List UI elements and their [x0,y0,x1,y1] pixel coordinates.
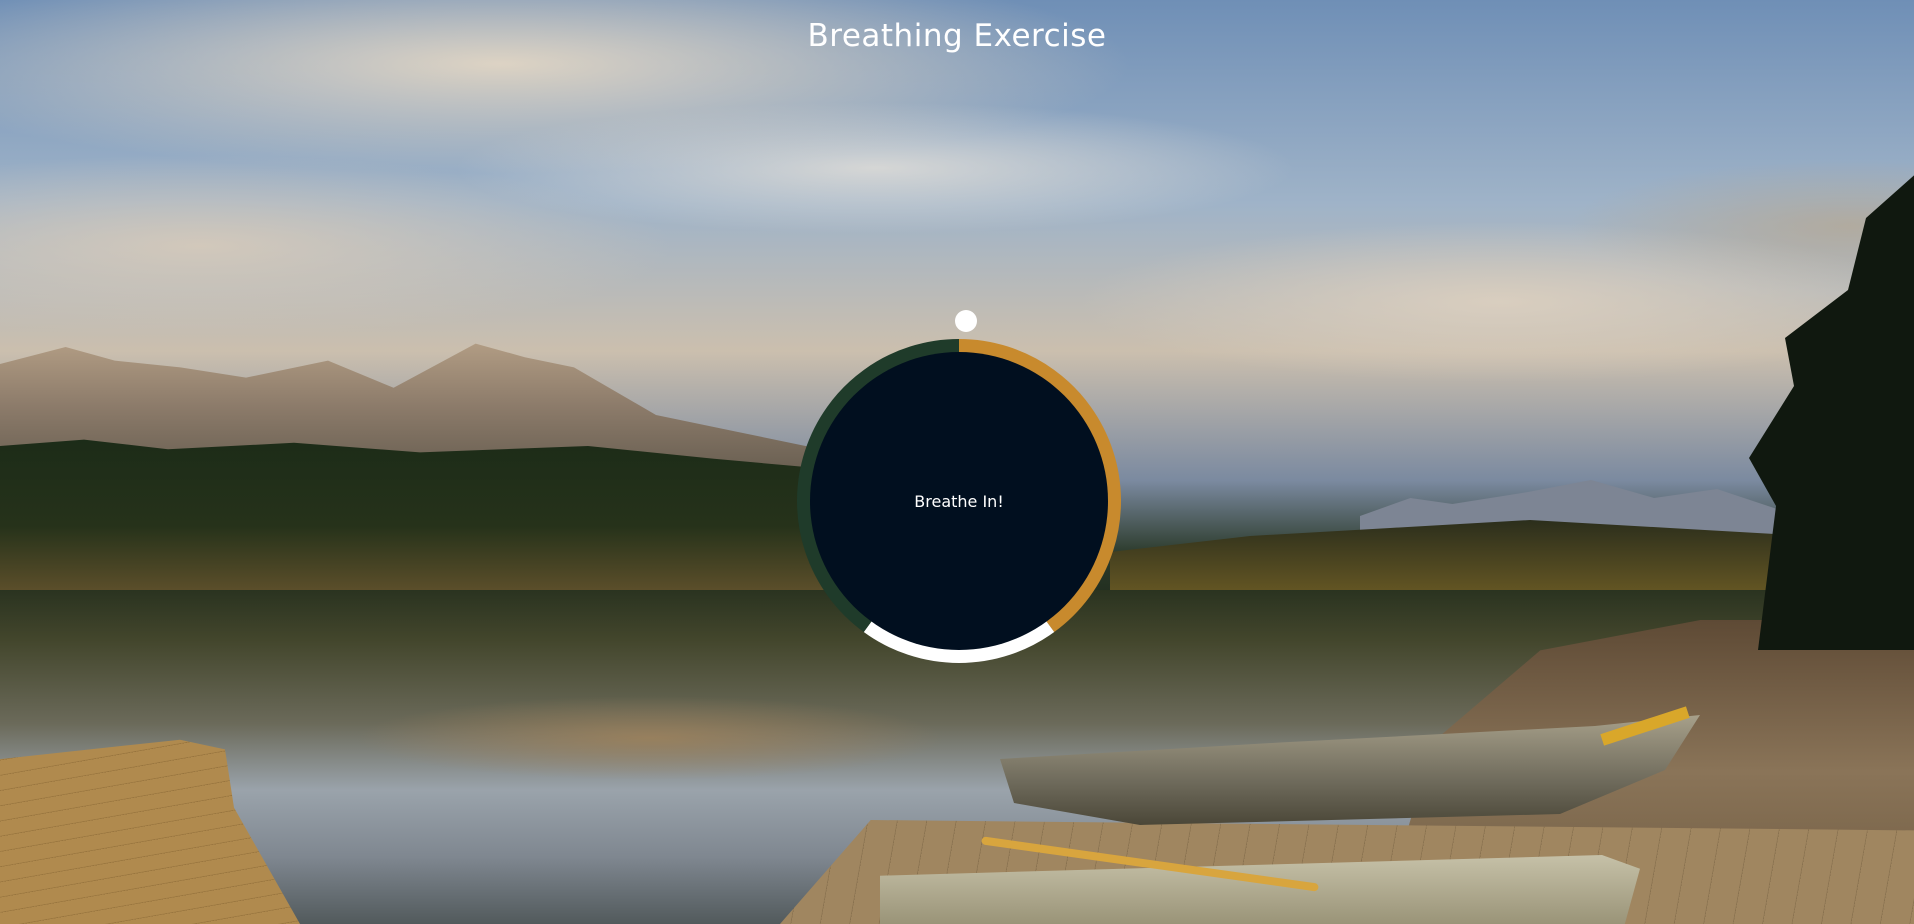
background-scene: Breathing Exercise Breathe In! [0,0,1914,924]
page-title: Breathing Exercise [807,18,1107,54]
breathing-circle: Breathe In! [797,339,1121,663]
breath-pointer [955,310,977,332]
lake-reflection [300,690,1000,810]
forest-right [1110,520,1810,600]
breathing-inner-circle: Breathe In! [810,352,1108,650]
breath-status-text: Breathe In! [914,491,1004,511]
